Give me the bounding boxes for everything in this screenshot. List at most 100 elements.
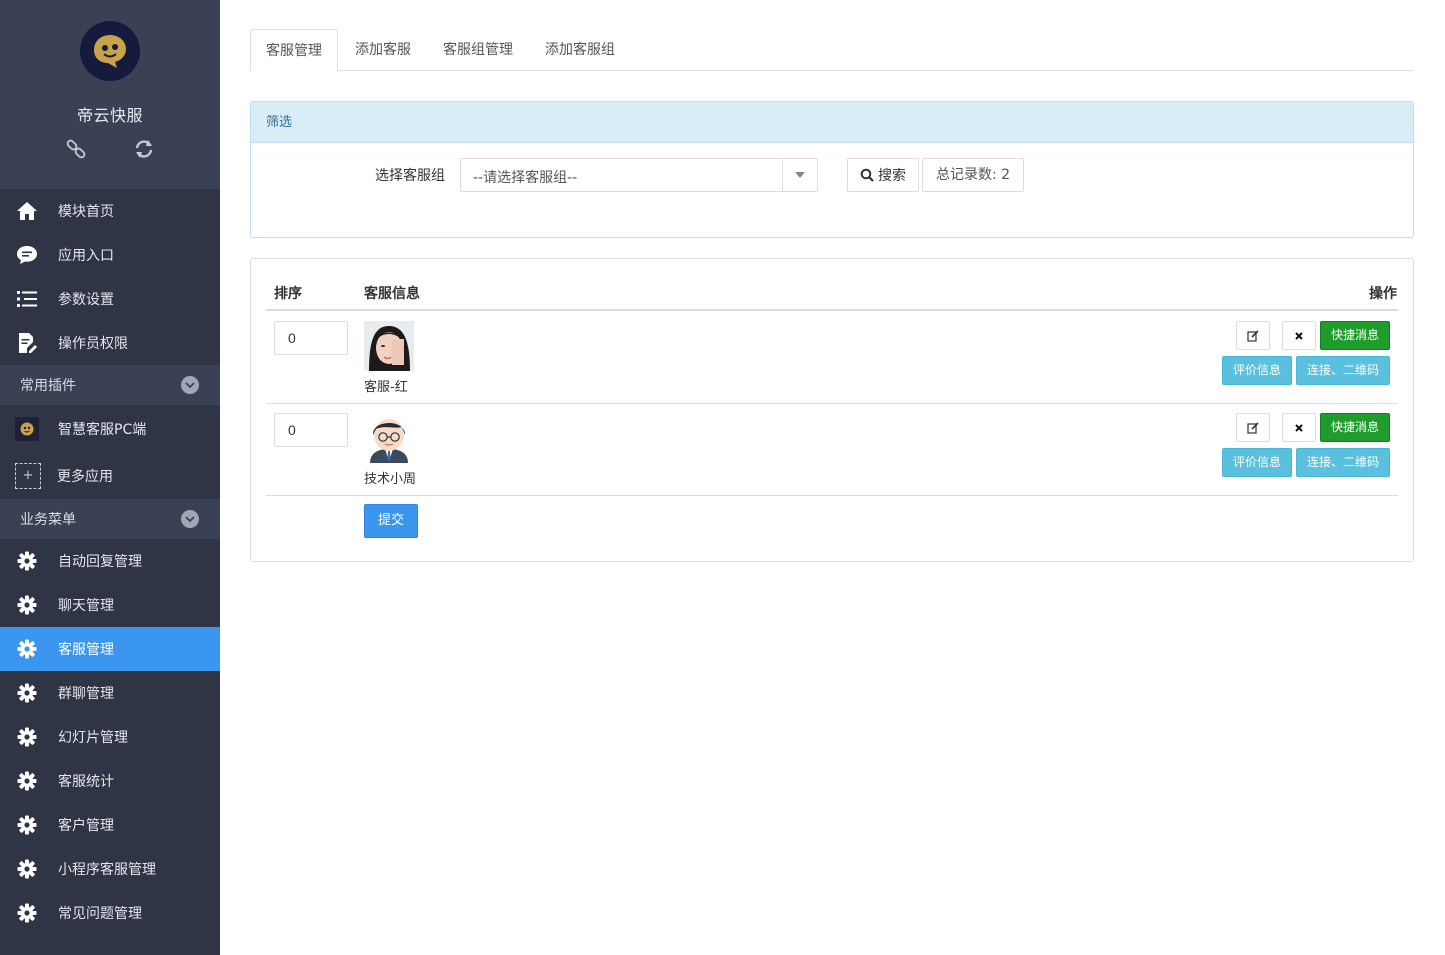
sidebar-item-app-entry[interactable]: 应用入口 <box>0 233 220 277</box>
filter-heading: 筛选 <box>251 102 1413 143</box>
sidebar-item-business-0[interactable]: 自动回复管理 <box>0 539 220 583</box>
caret-down-icon <box>782 159 817 191</box>
sidebar-item-business-4[interactable]: 幻灯片管理 <box>0 715 220 759</box>
gear-icon <box>16 726 38 748</box>
sidebar-item-label: 智慧客服PC端 <box>58 421 147 438</box>
sidebar-item-label: 客服管理 <box>58 642 114 658</box>
sidebar: 帝云快服 模块首页 应用入口 参数设置 操作员权限 常用插件 智慧客服PC端 + <box>0 0 220 955</box>
sidebar-item-business-2[interactable]: 客服管理 <box>0 627 220 671</box>
service-name: 客服-红 <box>364 380 408 395</box>
section-common-plugins[interactable]: 常用插件 <box>0 365 220 405</box>
sidebar-item-label: 群聊管理 <box>58 686 114 702</box>
edit-icon <box>1247 329 1259 342</box>
service-group-select[interactable]: --请选择客服组-- <box>460 158 818 192</box>
total-count: 总记录数: 2 <box>922 158 1025 192</box>
chevron-down-icon <box>181 376 199 394</box>
table-row: 技术小周 快捷消息 评价信息 连接、二维码 <box>266 404 1398 496</box>
sidebar-item-business-8[interactable]: 常见问题管理 <box>0 891 220 935</box>
service-name: 技术小周 <box>364 472 417 487</box>
tab-add-service-group[interactable]: 添加客服组 <box>530 29 630 71</box>
sidebar-item-label: 应用入口 <box>58 248 114 264</box>
search-icon <box>860 168 874 182</box>
chevron-down-icon <box>181 510 199 528</box>
sidebar-item-operator-permissions[interactable]: 操作员权限 <box>0 321 220 365</box>
rating-info-button[interactable]: 评价信息 <box>1221 448 1292 477</box>
sidebar-item-label: 参数设置 <box>58 292 114 308</box>
delete-button[interactable] <box>1281 321 1316 350</box>
sidebar-item-label: 操作员权限 <box>58 336 128 352</box>
search-label: 搜索 <box>878 168 906 184</box>
section-label: 业务菜单 <box>20 512 76 528</box>
sidebar-item-label: 更多应用 <box>57 468 113 485</box>
sidebar-item-label: 聊天管理 <box>58 598 114 614</box>
sort-input[interactable] <box>274 413 348 447</box>
document-edit-icon <box>16 332 38 354</box>
avatar <box>364 413 414 463</box>
edit-button[interactable] <box>1235 413 1270 442</box>
chat-bubble-icon <box>16 244 38 266</box>
sidebar-item-label: 小程序客服管理 <box>58 862 156 878</box>
list-settings-icon <box>16 288 38 310</box>
sidebar-item-business-7[interactable]: 小程序客服管理 <box>0 847 220 891</box>
service-list-panel: 排序 客服信息 操作 客服-红 快 <box>250 258 1414 562</box>
main-content: 客服管理 添加客服 客服组管理 添加客服组 筛选 选择客服组 --请选择客服组-… <box>250 29 1414 562</box>
header-ops: 操作 <box>1369 286 1397 302</box>
gear-icon <box>16 902 38 924</box>
gear-icon <box>16 770 38 792</box>
sidebar-item-label: 模块首页 <box>58 204 114 220</box>
close-icon <box>1295 423 1303 432</box>
plugin-thumbnail-icon <box>15 416 39 441</box>
link-qrcode-button[interactable]: 连接、二维码 <box>1295 356 1390 385</box>
tab-service-group-management[interactable]: 客服组管理 <box>428 29 528 71</box>
header-info: 客服信息 <box>364 286 420 302</box>
refresh-icon[interactable] <box>133 138 155 160</box>
close-icon <box>1295 331 1303 340</box>
gear-icon <box>16 550 38 572</box>
header-sort: 排序 <box>274 286 302 302</box>
gear-icon <box>16 682 38 704</box>
tab-service-management[interactable]: 客服管理 <box>250 29 338 72</box>
sidebar-item-smart-service-pc[interactable]: 智慧客服PC端 <box>0 405 220 452</box>
sidebar-header: 帝云快服 <box>0 0 220 189</box>
table-row: 客服-红 快捷消息 评价信息 连接、二维码 <box>266 312 1398 404</box>
brand-name: 帝云快服 <box>76 106 143 125</box>
avatar <box>364 321 414 371</box>
group-select-label: 选择客服组 <box>375 168 445 184</box>
sidebar-item-label: 客户管理 <box>58 818 114 834</box>
sort-input[interactable] <box>274 321 348 355</box>
sidebar-item-label: 客服统计 <box>58 774 114 790</box>
select-value: --请选择客服组-- <box>473 170 578 186</box>
sidebar-item-business-1[interactable]: 聊天管理 <box>0 583 220 627</box>
section-business-menu[interactable]: 业务菜单 <box>0 499 220 539</box>
sidebar-item-business-5[interactable]: 客服统计 <box>0 759 220 803</box>
filter-panel: 筛选 选择客服组 --请选择客服组-- 搜索 总记录数: 2 <box>250 101 1414 238</box>
gear-icon <box>16 638 38 660</box>
submit-button[interactable]: 提交 <box>364 504 418 538</box>
edit-icon <box>1247 421 1259 434</box>
search-button[interactable]: 搜索 <box>847 158 919 192</box>
tab-bar: 客服管理 添加客服 客服组管理 添加客服组 <box>250 29 1414 72</box>
quick-message-button[interactable]: 快捷消息 <box>1319 321 1390 350</box>
gear-icon <box>16 594 38 616</box>
delete-button[interactable] <box>1281 413 1316 442</box>
home-icon <box>16 200 38 222</box>
tab-add-service[interactable]: 添加客服 <box>340 29 426 71</box>
quick-message-button[interactable]: 快捷消息 <box>1319 413 1390 442</box>
sidebar-item-label: 幻灯片管理 <box>58 730 128 746</box>
table-header: 排序 客服信息 操作 <box>266 277 1398 311</box>
sidebar-item-business-6[interactable]: 客户管理 <box>0 803 220 847</box>
rating-info-button[interactable]: 评价信息 <box>1221 356 1292 385</box>
link-icon[interactable] <box>65 138 87 160</box>
section-label: 常用插件 <box>20 378 76 394</box>
gear-icon <box>16 814 38 836</box>
sidebar-item-more-apps[interactable]: + 更多应用 <box>0 452 220 499</box>
gear-icon <box>16 858 38 880</box>
sidebar-item-settings[interactable]: 参数设置 <box>0 277 220 321</box>
link-qrcode-button[interactable]: 连接、二维码 <box>1295 448 1390 477</box>
app-logo <box>80 21 140 81</box>
sidebar-item-business-3[interactable]: 群聊管理 <box>0 671 220 715</box>
sidebar-item-module-home[interactable]: 模块首页 <box>0 189 220 233</box>
sidebar-item-label: 常见问题管理 <box>58 906 142 922</box>
edit-button[interactable] <box>1235 321 1270 350</box>
logo-face-icon <box>94 35 126 68</box>
